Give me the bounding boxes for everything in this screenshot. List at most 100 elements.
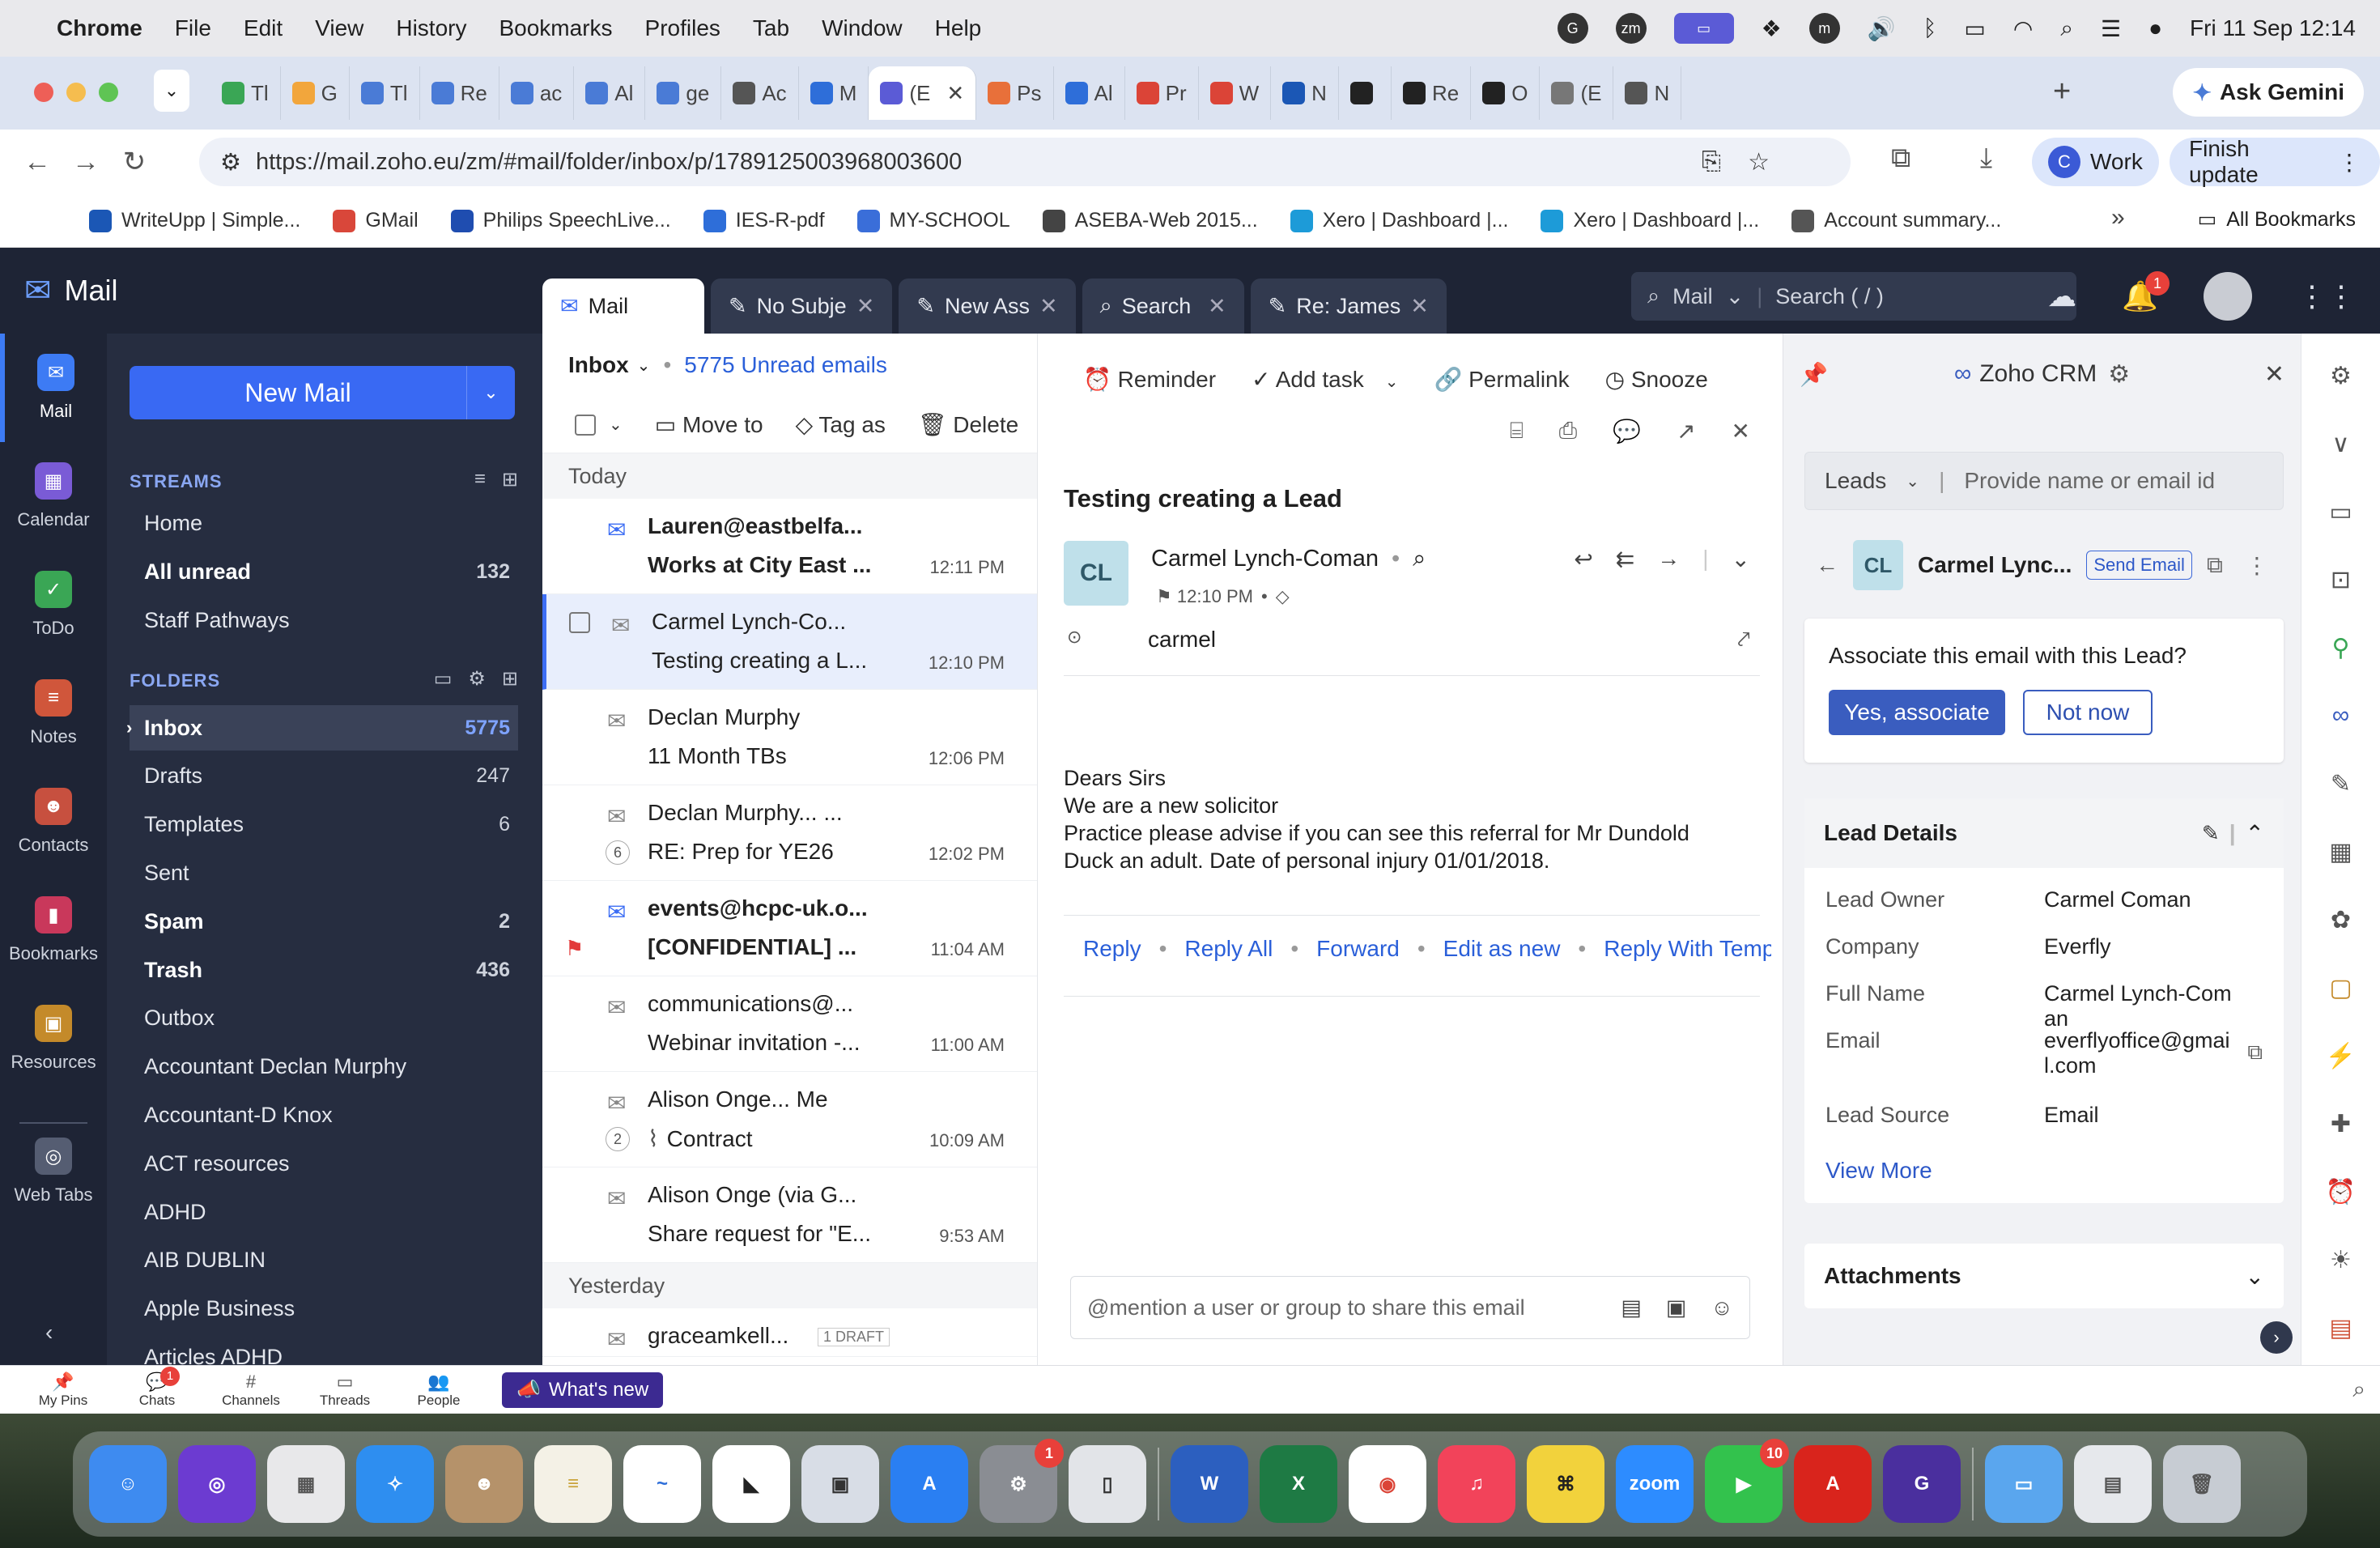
menu-file[interactable]: File — [175, 15, 211, 41]
browser-tab[interactable]: Al — [1054, 66, 1125, 120]
sender-avatar[interactable]: CL — [1064, 541, 1128, 606]
menu-tab[interactable]: Tab — [753, 15, 789, 41]
window-minimize-button[interactable] — [66, 83, 86, 102]
folder-settings-icon[interactable]: ⚙ — [468, 667, 486, 691]
menu-history[interactable]: History — [396, 15, 466, 41]
bookmark-item[interactable]: Xero | Dashboard |... — [1290, 209, 1508, 232]
bookmarks-overflow-icon[interactable]: » — [2111, 204, 2125, 232]
bookmark-item[interactable]: ASEBA-Web 2015... — [1042, 209, 1258, 232]
menu-edit[interactable]: Edit — [244, 15, 283, 41]
forward-icon[interactable]: → — [62, 147, 110, 178]
bookmark-item[interactable]: MY-SCHOOL — [856, 209, 1010, 232]
screen-mirror-icon[interactable]: ▭ — [1673, 13, 1734, 44]
flag-icon[interactable]: ⚑ — [1156, 586, 1177, 606]
folder-item[interactable]: Spam 2 — [130, 899, 518, 944]
search-icon[interactable]: ⌕ — [2352, 1376, 2365, 1403]
my-pins-button[interactable]: 📌 My Pins — [16, 1372, 110, 1409]
folder-item[interactable]: Drafts 247 — [130, 754, 518, 799]
tag-as-button[interactable]: ◇ Tag as — [796, 411, 886, 438]
collapse-rail-icon[interactable]: ‹ — [45, 1320, 53, 1346]
lightning-icon[interactable]: ⚡ — [2323, 1038, 2359, 1074]
window-zoom-button[interactable] — [99, 83, 118, 102]
browser-tab[interactable]: (E — [1540, 66, 1614, 120]
browser-tab[interactable]: ge — [645, 66, 722, 120]
all-bookmarks-button[interactable]: ▭ All Bookmarks — [2198, 207, 2356, 232]
new-mail-dropdown-icon[interactable]: ⌄ — [466, 366, 515, 419]
row-checkbox[interactable] — [569, 612, 590, 633]
close-tab-icon[interactable]: ✕ — [946, 81, 964, 106]
chevron-right-icon[interactable]: › — [126, 717, 132, 738]
siri-icon[interactable]: ◎ — [178, 1445, 256, 1523]
folder-item[interactable]: ACT resources — [130, 1141, 518, 1186]
browser-tab[interactable]: Pr — [1125, 66, 1199, 120]
search-scope[interactable]: Mail — [1672, 284, 1713, 309]
freeform-icon[interactable]: ~ — [623, 1445, 701, 1523]
rail-item-resources[interactable]: ▣ Resources — [0, 985, 107, 1093]
bookmark-star-icon[interactable]: ☆ — [1748, 148, 1770, 176]
close-tab-icon[interactable]: ✕ — [1039, 294, 1058, 319]
music-icon[interactable]: ♫ — [1438, 1445, 1515, 1523]
add-stream-icon[interactable]: ⊞ — [502, 468, 518, 491]
unread-count-link[interactable]: 5775 Unread emails — [684, 352, 887, 378]
menu-profiles[interactable]: Profiles — [645, 15, 720, 41]
print-icon[interactable]: ⎙ — [1559, 418, 1577, 444]
preview-icon[interactable]: ▣ — [801, 1445, 879, 1523]
browser-tab[interactable]: Re — [420, 66, 499, 120]
reply-with-template-link[interactable]: Reply With Temp — [1604, 936, 1771, 962]
browser-tab[interactable]: N — [1271, 66, 1339, 120]
zoom-icon[interactable]: zoom — [1616, 1445, 1694, 1523]
browser-tab[interactable]: Ac — [721, 66, 799, 120]
reply-all-icon[interactable]: ⇇ — [1616, 546, 1634, 572]
threads-button[interactable]: ▭ Threads — [298, 1372, 392, 1409]
rail-item-notes[interactable]: ≡ Notes — [0, 659, 107, 768]
clock[interactable]: Fri 11 Sep 12:14 — [2190, 15, 2356, 41]
profile-button[interactable]: C Work — [2032, 138, 2159, 186]
menu-view[interactable]: View — [315, 15, 363, 41]
ms-icon[interactable]: m — [1808, 13, 1840, 44]
mention-input[interactable]: @mention a user or group to share this e… — [1070, 1276, 1750, 1339]
recipient[interactable]: carmel — [1148, 627, 1216, 652]
folder-item[interactable]: Accountant Declan Murphy — [130, 1044, 518, 1090]
folder-item[interactable]: Accountant-D Knox — [130, 1092, 518, 1138]
browser-tab[interactable]: (E ✕ — [869, 66, 977, 120]
folder-item[interactable]: Trash 436 — [130, 947, 518, 993]
rail-item-contacts[interactable]: ☻ Contacts — [0, 768, 107, 876]
siri-icon[interactable]: ● — [2148, 15, 2162, 41]
list-item[interactable]: ✉ Alison Onge (via G... Share request for … — [542, 1167, 1037, 1263]
browser-tab[interactable] — [1339, 66, 1392, 120]
pin-widget-icon[interactable]: ⚲ — [2323, 630, 2359, 666]
app-tab-2[interactable]: ✎ New Ass ✕ — [899, 279, 1076, 334]
window-close-button[interactable] — [34, 83, 53, 102]
app-logo[interactable]: ✉ Mail — [24, 272, 118, 309]
address-bar[interactable]: ⚙ https://mail.zoho.eu/zm/#mail/folder/i… — [199, 138, 1851, 186]
chevron-up-icon[interactable]: ⌃ — [2246, 820, 2264, 847]
site-info-icon[interactable]: ⚙ — [220, 148, 241, 176]
app-grid-icon[interactable]: ⋮⋮ — [2297, 279, 2356, 313]
sender-name[interactable]: Carmel Lynch-Coman • ⌕ — [1151, 546, 1426, 572]
forward-link[interactable]: Forward — [1316, 936, 1400, 962]
reminder-button[interactable]: ⏰ Reminder — [1083, 366, 1216, 393]
crm-widget-icon[interactable]: ∞ — [2323, 698, 2359, 734]
folder-item[interactable]: Sent — [130, 850, 518, 895]
contacts-app-icon[interactable]: ☻ — [445, 1445, 523, 1523]
app-tab-1[interactable]: ✎ No Subje ✕ — [711, 279, 893, 334]
launchpad-icon[interactable]: ▦ — [267, 1445, 345, 1523]
browser-tab[interactable]: Ps — [976, 66, 1054, 120]
task-icon[interactable]: ▣ — [1666, 1295, 1687, 1320]
note-icon[interactable]: ▤ — [1621, 1295, 1642, 1320]
tab-search-chevron-icon[interactable]: ⌄ — [154, 70, 189, 112]
list-item[interactable]: ✉ graceamkell... 1 DRAFT — [542, 1308, 1037, 1357]
menu-app-name[interactable]: Chrome — [57, 15, 142, 41]
app-tab-3[interactable]: ⌕ Search ✕ — [1082, 279, 1244, 334]
search-icon[interactable]: ⌕ — [1413, 546, 1426, 572]
gear-icon[interactable]: ⚙ — [2108, 360, 2130, 389]
app-tab-0[interactable]: ✉ Mail — [542, 279, 704, 334]
channels-button[interactable]: # Channels — [204, 1372, 298, 1409]
reply-link[interactable]: Reply — [1083, 936, 1141, 962]
calendar-widget-icon[interactable]: ▭ — [2323, 494, 2359, 529]
whats-new-button[interactable]: 📣 What's new — [502, 1372, 664, 1408]
browser-tab[interactable]: ac — [499, 66, 575, 120]
reading-mode-icon[interactable]: ⌸ — [1510, 418, 1524, 444]
forward-icon[interactable]: → — [1657, 546, 1680, 572]
copy-icon[interactable]: ⧉ — [2247, 1040, 2263, 1065]
